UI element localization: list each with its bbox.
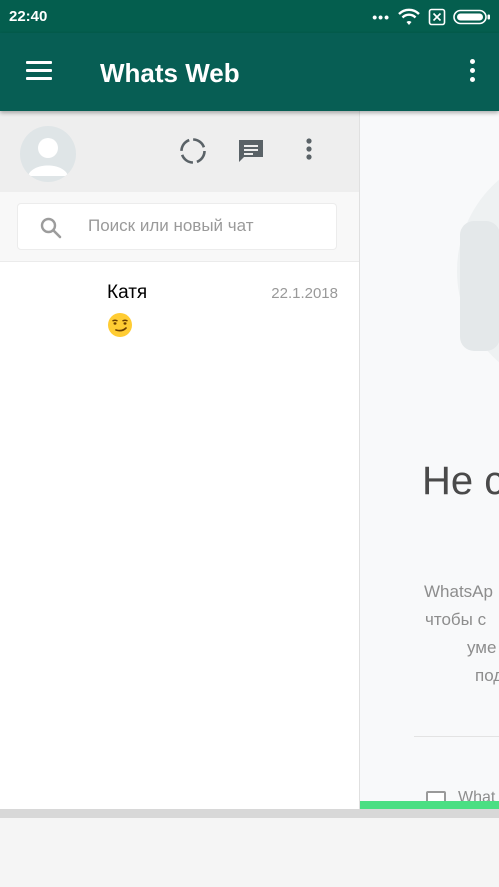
- new-chat-icon[interactable]: [236, 136, 266, 166]
- app-toolbar: Whats Web: [0, 33, 499, 111]
- avatar-placeholder-icon[interactable]: [20, 126, 76, 182]
- search-bar: [0, 192, 359, 262]
- hamburger-menu-icon[interactable]: [26, 61, 52, 81]
- chat-sidebar: Катя 22.1.2018: [0, 111, 360, 809]
- intro-text-line: уме: [467, 638, 497, 657]
- connection-status-bar: [360, 801, 499, 809]
- bottom-area: [0, 818, 499, 887]
- intro-text-line: чтобы с: [425, 610, 487, 629]
- chat-date: 22.1.2018: [271, 285, 338, 302]
- menu-dots-icon[interactable]: [295, 136, 323, 166]
- search-input[interactable]: [88, 215, 318, 237]
- intro-text-line: под: [475, 666, 499, 685]
- chat-last-message-emoji: [108, 313, 132, 337]
- battery-icon: [453, 9, 490, 25]
- more-vert-icon[interactable]: [467, 59, 477, 85]
- status-bar: 22:40 •••: [0, 0, 499, 33]
- chat-list-item[interactable]: Катя 22.1.2018: [0, 262, 359, 344]
- status-icon[interactable]: [178, 136, 208, 166]
- wifi-icon: [398, 8, 420, 25]
- intro-divider: [414, 736, 499, 737]
- search-icon: [40, 217, 62, 239]
- intro-text-line: WhatsAp: [424, 582, 493, 601]
- chat-name: Катя: [107, 282, 148, 303]
- bottom-divider: [0, 809, 499, 818]
- status-icons: •••: [372, 6, 491, 28]
- sidebar-header: [0, 111, 359, 192]
- search-box: [17, 203, 337, 250]
- more-dots-icon: •••: [372, 9, 390, 25]
- sim-none-icon: [428, 8, 446, 26]
- phone-illustration-icon: [460, 221, 499, 351]
- status-time: 22:40: [9, 8, 48, 25]
- app-title: Whats Web: [100, 58, 240, 88]
- intro-title: Не с: [422, 459, 499, 503]
- intro-panel: Не с WhatsAp чтобы с уме под What: [360, 111, 499, 809]
